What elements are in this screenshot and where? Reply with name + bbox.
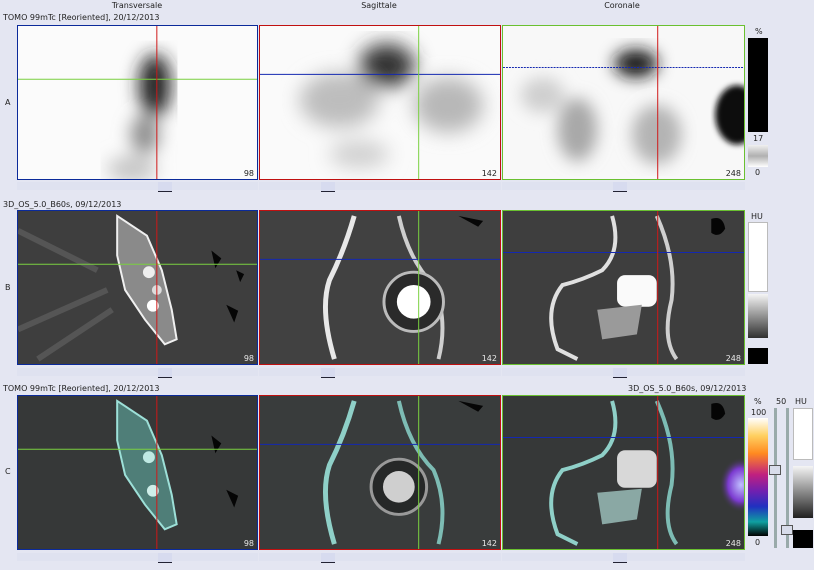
- spect-sagittale-image: [260, 26, 500, 179]
- scale-c-hu-unit: HU: [795, 397, 807, 406]
- slice-number: 248: [725, 169, 741, 178]
- scroll-thumb[interactable]: [613, 553, 627, 563]
- scale-c-min-value: 0: [755, 538, 761, 547]
- scale-a-window[interactable]: [748, 145, 768, 167]
- scroll-thumb[interactable]: [613, 368, 627, 378]
- viewport-c-transversale[interactable]: 98: [17, 395, 258, 550]
- scroll-thumb[interactable]: [321, 182, 335, 192]
- ct-transversale-image: [18, 211, 257, 364]
- spect-coronale-image: [503, 26, 744, 179]
- row-c-title-right: 3D_OS_5.0_B60s, 09/12/2013: [628, 384, 747, 393]
- scale-b-lower[interactable]: [748, 348, 768, 364]
- scrollbar-a-transversale[interactable]: [17, 182, 258, 192]
- scroll-thumb[interactable]: [321, 368, 335, 378]
- scrollbar-b-sagittale[interactable]: [259, 368, 501, 378]
- row-a-title: TOMO 99mTc [Reoriented], 20/12/2013: [3, 13, 160, 22]
- scale-a-unit: %: [755, 27, 763, 36]
- scale-c-blend-label: 50: [776, 397, 787, 406]
- scrollbar-c-transversale[interactable]: [17, 553, 258, 563]
- row-b-label: B: [5, 283, 11, 292]
- scroll-thumb[interactable]: [158, 182, 172, 192]
- row-c-label: C: [5, 467, 11, 476]
- scroll-thumb[interactable]: [321, 553, 335, 563]
- slice-number: 98: [243, 354, 254, 363]
- header-sagittale: Sagittale: [361, 1, 397, 10]
- hu-slider-thumb[interactable]: [781, 525, 793, 535]
- spect-transversale-image: [18, 26, 257, 179]
- slice-number: 98: [243, 169, 254, 178]
- fusion-sagittale-image: [260, 396, 500, 549]
- scale-c-max-value: 100: [751, 408, 767, 417]
- scroll-thumb[interactable]: [158, 368, 172, 378]
- viewport-b-sagittale[interactable]: 142: [259, 210, 501, 365]
- scrollbar-b-transversale[interactable]: [17, 368, 258, 378]
- viewport-a-sagittale[interactable]: 142: [259, 25, 501, 180]
- scale-c-colorbar[interactable]: [748, 418, 768, 536]
- scrollbar-a-sagittale[interactable]: [259, 182, 501, 192]
- scale-a-mid-value: 17: [753, 134, 764, 143]
- scale-c-pct-unit: %: [754, 397, 762, 406]
- blend-slider-track[interactable]: [774, 408, 777, 548]
- viewport-c-coronale[interactable]: 248: [502, 395, 745, 550]
- scale-c-hu-upper[interactable]: [793, 408, 813, 460]
- scale-b-unit: HU: [751, 212, 763, 221]
- slice-number: 98: [243, 539, 254, 548]
- ct-sagittale-image: [260, 211, 500, 364]
- scale-c-hu-window[interactable]: [793, 466, 813, 518]
- slice-number: 248: [725, 539, 741, 548]
- scrollbar-a-coronale[interactable]: [502, 182, 745, 192]
- viewport-b-transversale[interactable]: 98: [17, 210, 258, 365]
- blend-slider-thumb[interactable]: [769, 465, 781, 475]
- scroll-thumb[interactable]: [158, 553, 172, 563]
- fusion-coronale-image: [503, 396, 744, 549]
- row-b-title: 3D_OS_5.0_B60s, 09/12/2013: [3, 200, 122, 209]
- slice-number: 248: [725, 354, 741, 363]
- scroll-thumb[interactable]: [613, 182, 627, 192]
- viewport-c-sagittale[interactable]: 142: [259, 395, 501, 550]
- scrollbar-c-sagittale[interactable]: [259, 553, 501, 563]
- scale-c-hu-lower[interactable]: [793, 530, 813, 548]
- scale-a-colorbar[interactable]: [748, 38, 768, 132]
- viewport-b-coronale[interactable]: 248: [502, 210, 745, 365]
- scale-b-upper[interactable]: [748, 222, 768, 292]
- slice-number: 142: [481, 169, 497, 178]
- header-transversale: Transversale: [111, 1, 163, 10]
- viewport-a-coronale[interactable]: 248: [502, 25, 745, 180]
- row-c-title-left: TOMO 99mTc [Reoriented], 20/12/2013: [3, 384, 160, 393]
- slice-number: 142: [481, 354, 497, 363]
- row-a-label: A: [5, 98, 11, 107]
- header-coronale: Coronale: [604, 1, 640, 10]
- scrollbar-c-coronale[interactable]: [502, 553, 745, 563]
- fusion-transversale-image: [18, 396, 257, 549]
- slice-number: 142: [481, 539, 497, 548]
- scrollbar-b-coronale[interactable]: [502, 368, 745, 378]
- scale-b-window[interactable]: [748, 294, 768, 338]
- ct-coronale-image: [503, 211, 744, 364]
- scale-a-min-value: 0: [755, 168, 761, 177]
- viewport-a-transversale[interactable]: 98: [17, 25, 258, 180]
